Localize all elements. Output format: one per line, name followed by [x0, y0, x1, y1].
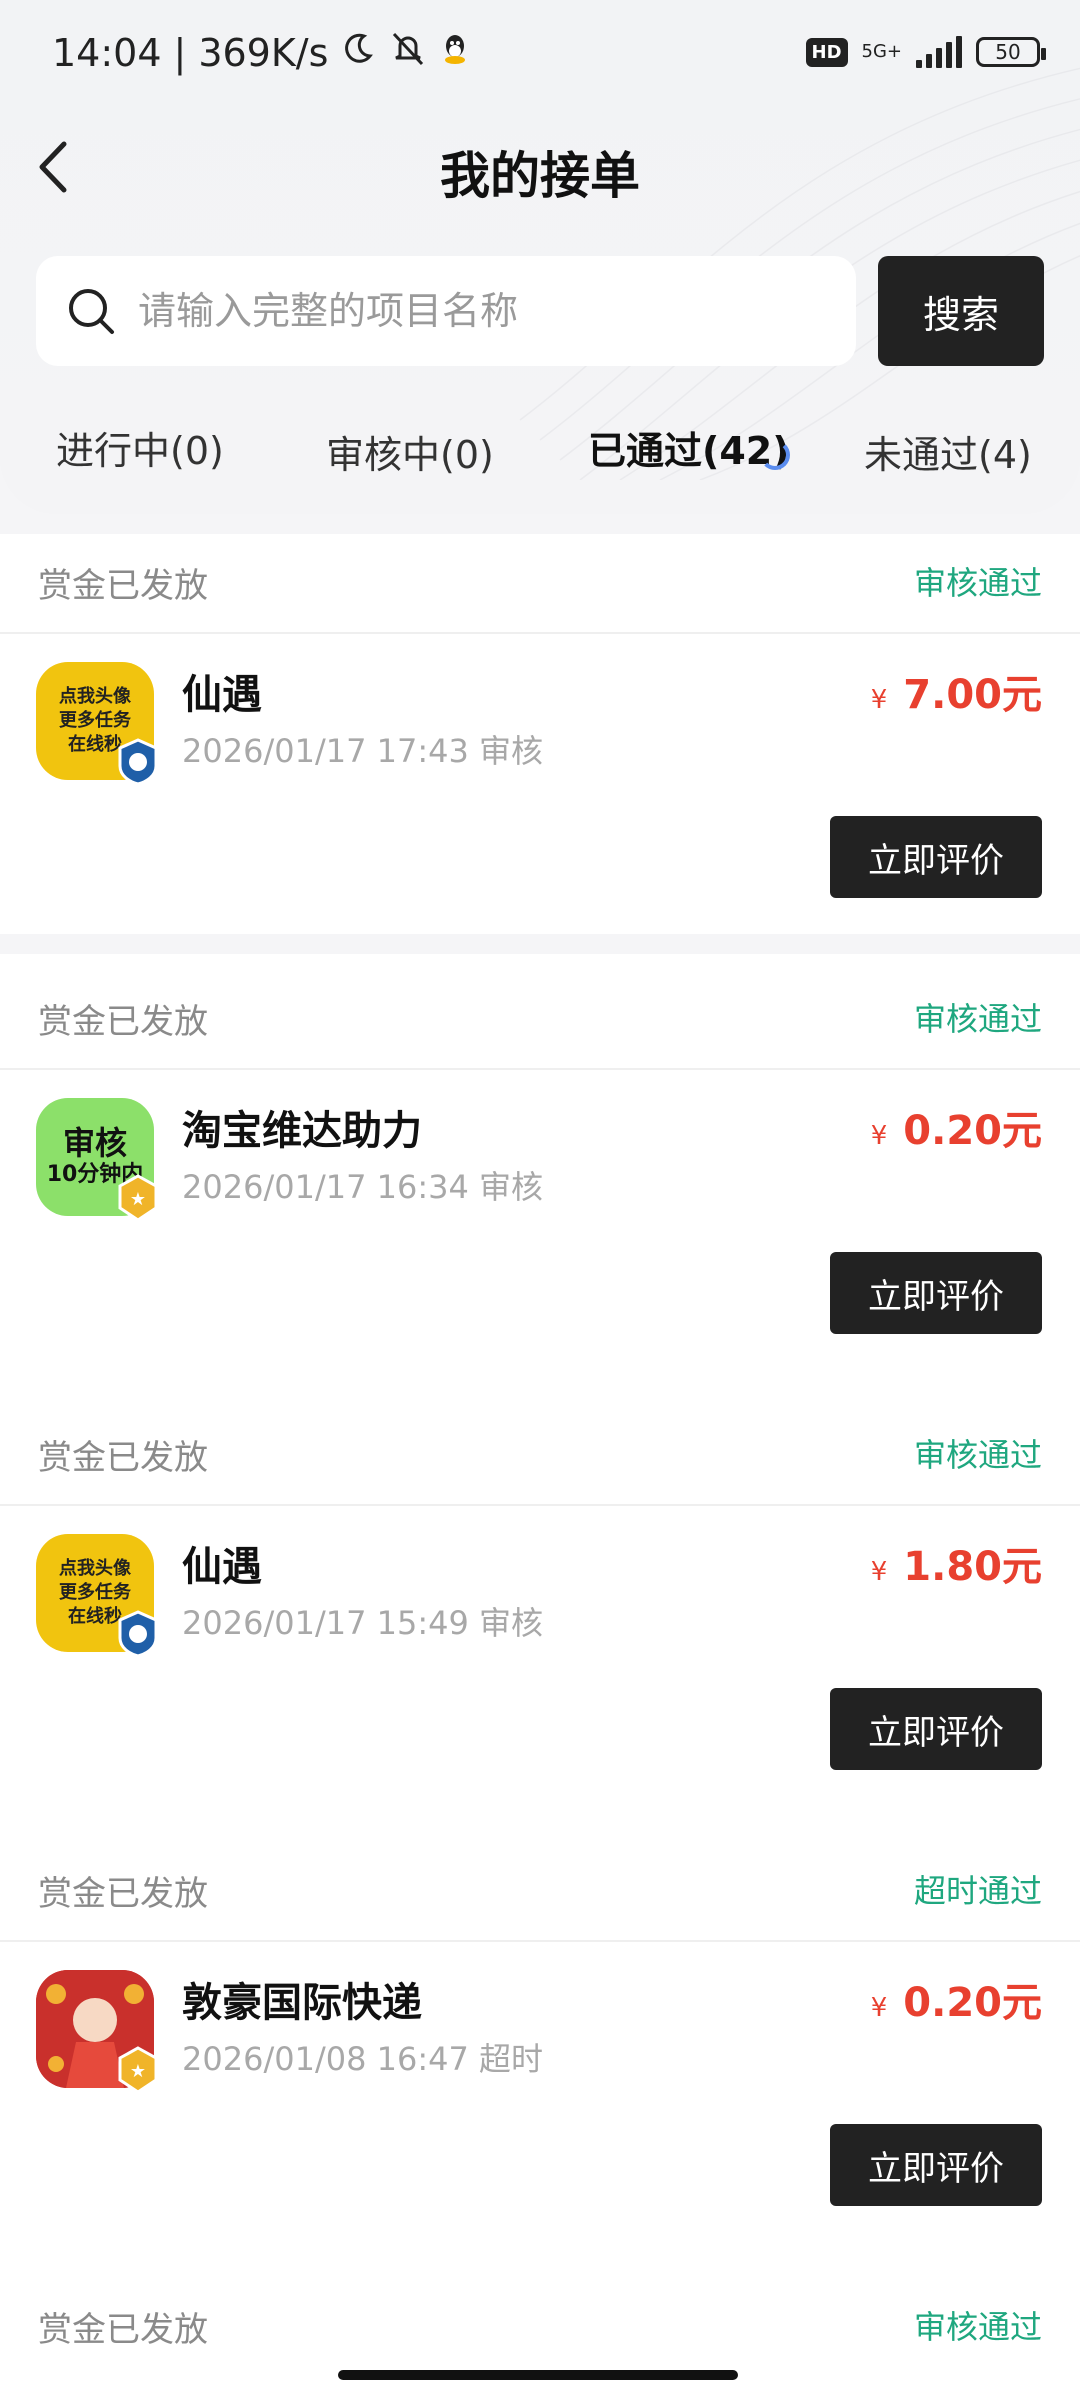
- order-card[interactable]: 赏金已发放 审核通过 审核 10分钟内 ★ 淘宝维达助力 2026/01/17 …: [0, 954, 1080, 1390]
- task-meta: 2026/01/17 17:43 审核: [182, 732, 544, 770]
- price-amount: 0.20元: [903, 1108, 1042, 1154]
- reward-status: 赏金已发放: [38, 1002, 208, 1042]
- reward-status: 赏金已发放: [38, 1874, 208, 1914]
- price-amount: 7.00元: [903, 672, 1042, 718]
- review-status: 审核通过: [913, 1000, 1042, 1038]
- review-status: 审核通过: [913, 564, 1042, 602]
- thumb-text: 更多任务: [59, 1582, 131, 1603]
- status-bar: 14:04 | 369K/s HD 5G+ 50: [0, 0, 1080, 112]
- network-type: 5G+: [861, 41, 902, 62]
- task-meta: 2026/01/08 16:47 超时: [182, 2040, 544, 2078]
- tab-under-review[interactable]: 审核中(0): [326, 424, 494, 479]
- status-speed: 369K/s: [198, 30, 329, 75]
- rate-now-button[interactable]: 立即评价: [830, 2124, 1042, 2206]
- moon-icon: [340, 30, 376, 75]
- reward-status: 赏金已发放: [38, 2310, 208, 2350]
- card-header: 赏金已发放 审核通过: [0, 1390, 1080, 1506]
- card-header: 赏金已发放 超时通过: [0, 1826, 1080, 1942]
- status-divider: |: [173, 30, 187, 75]
- review-status: 超时通过: [913, 1872, 1042, 1910]
- review-status: 审核通过: [913, 2308, 1042, 2346]
- tab-rejected[interactable]: 未通过(4): [864, 424, 1032, 479]
- star-badge-icon: ★: [118, 2046, 158, 2094]
- status-time: 14:04: [52, 30, 162, 75]
- hd-badge: HD: [805, 37, 848, 67]
- price-amount: 0.20元: [903, 1980, 1042, 2026]
- search-input[interactable]: [138, 289, 838, 333]
- mute-bell-icon: [388, 30, 428, 75]
- task-name: 仙遇: [182, 1544, 262, 1590]
- task-name: 敦豪国际快递: [182, 1980, 422, 2026]
- card-header: 赏金已发放 审核通过: [0, 954, 1080, 1070]
- qq-icon: [440, 31, 470, 75]
- task-name: 淘宝维达助力: [182, 1108, 422, 1154]
- reward-status: 赏金已发放: [38, 566, 208, 606]
- task-meta: 2026/01/17 16:34 审核: [182, 1168, 544, 1206]
- rate-now-button[interactable]: 立即评价: [830, 1688, 1042, 1770]
- thumb-text: 点我头像: [59, 1558, 131, 1579]
- tab-in-progress[interactable]: 进行中(0): [56, 420, 224, 475]
- order-card[interactable]: 赏金已发放 审核通过 点我头像 更多任务 在线秒 仙遇 2026/01/17 1…: [0, 1390, 1080, 1826]
- tab-approved[interactable]: 已通过(42): [588, 420, 790, 475]
- task-price: ¥ 7.00元: [871, 662, 1042, 720]
- currency-symbol: ¥: [870, 685, 888, 715]
- thumb-text: 在线秒: [68, 734, 122, 755]
- rate-now-button[interactable]: 立即评价: [830, 816, 1042, 898]
- status-right: HD 5G+ 50: [805, 36, 1046, 68]
- search-icon: [69, 289, 114, 334]
- currency-symbol: ¥: [870, 1557, 888, 1587]
- order-card[interactable]: 赏金已发放 审核通过 点我头像 更多任务 在线秒 仙遇 2026/01/17 1…: [0, 534, 1080, 934]
- search-button[interactable]: 搜索: [878, 256, 1044, 366]
- order-card[interactable]: 赏金已发放 超时通过 ★ 敦豪国际快递 2026/01/08 16:47 超时 …: [0, 1826, 1080, 2262]
- task-name: 仙遇: [182, 672, 262, 718]
- rate-now-button[interactable]: 立即评价: [830, 1252, 1042, 1334]
- card-header: 赏金已发放 审核通过: [0, 2262, 1080, 2378]
- task-price: ¥ 1.80元: [871, 1534, 1042, 1592]
- page-title: 我的接单: [440, 147, 640, 205]
- currency-symbol: ¥: [870, 1121, 888, 1151]
- thumb-text: 更多任务: [59, 710, 131, 731]
- signal-icon: [916, 36, 962, 68]
- review-status: 审核通过: [913, 1436, 1042, 1474]
- status-left: 14:04 | 369K/s: [52, 30, 470, 75]
- task-price: ¥ 0.20元: [871, 1098, 1042, 1156]
- price-amount: 1.80元: [903, 1544, 1042, 1590]
- card-header: 赏金已发放 审核通过: [0, 534, 1080, 634]
- search-box: [36, 256, 856, 366]
- nav-bar: 我的接单: [0, 112, 1080, 222]
- status-tabs: 进行中(0) 审核中(0) 已通过(42) 未通过(4): [0, 400, 1080, 490]
- currency-symbol: ¥: [870, 1993, 888, 2023]
- task-price: ¥ 0.20元: [871, 1970, 1042, 2028]
- loading-spinner-icon: [760, 440, 790, 470]
- reward-status: 赏金已发放: [38, 1438, 208, 1478]
- thumb-text: 在线秒: [68, 1606, 122, 1627]
- home-indicator[interactable]: [338, 2370, 738, 2380]
- header-area: 14:04 | 369K/s HD 5G+ 50 我的接单 请输入完整的项目名称…: [0, 0, 1080, 514]
- battery-icon: 50: [976, 37, 1046, 67]
- shield-badge-icon: [118, 1610, 158, 1658]
- search-row: 搜索: [36, 256, 1044, 366]
- svg-text:★: ★: [130, 2061, 146, 2082]
- shield-badge-icon: [118, 738, 158, 786]
- battery-level: 50: [995, 40, 1021, 64]
- thumb-text: 点我头像: [59, 686, 131, 707]
- thumb-text: 审核: [62, 1124, 127, 1162]
- star-badge-icon: ★: [118, 1174, 158, 1222]
- svg-text:★: ★: [130, 1189, 146, 1210]
- task-meta: 2026/01/17 15:49 审核: [182, 1604, 544, 1642]
